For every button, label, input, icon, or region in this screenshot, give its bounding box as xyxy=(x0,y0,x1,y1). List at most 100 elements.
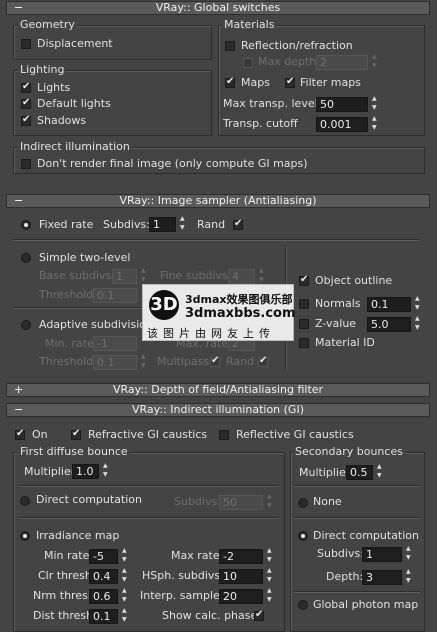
spinner-icon[interactable] xyxy=(372,53,379,70)
nrm-thresh-field[interactable]: 0.6 xyxy=(89,589,118,604)
spinner-icon[interactable] xyxy=(406,545,413,562)
spinner-icon[interactable] xyxy=(141,267,148,284)
spinner-icon[interactable] xyxy=(180,215,187,232)
radio-label: Global photon map xyxy=(313,598,419,611)
first-subdivs-field[interactable]: 50 xyxy=(219,495,263,510)
field-label: Fine subdivs: xyxy=(160,269,232,282)
reflective-caustics-checkbox[interactable] xyxy=(219,430,229,440)
normals-checkbox[interactable] xyxy=(299,299,309,309)
field-label: Subdivs: xyxy=(103,218,150,231)
material-id-checkbox[interactable] xyxy=(299,338,309,348)
checkbox-label: Z-value xyxy=(315,317,357,330)
spinner-icon[interactable] xyxy=(267,493,274,510)
depth-of-field-rollout[interactable]: + VRay:: Depth of field/Antialiasing fil… xyxy=(6,383,430,397)
irr-min-rate-field[interactable]: -5 xyxy=(89,549,118,564)
gi-on-checkbox[interactable] xyxy=(15,428,25,440)
filter-maps-checkbox[interactable] xyxy=(285,76,295,88)
default-lights-checkbox[interactable] xyxy=(21,97,31,109)
second-depth-field[interactable]: 3 xyxy=(362,570,402,585)
spinner-icon[interactable] xyxy=(259,267,266,284)
checkbox-label: Rand xyxy=(197,218,226,231)
base-subdivs-field[interactable]: 1 xyxy=(112,269,137,284)
field-label: Multiplier: xyxy=(24,465,79,478)
rollout-title: VRay:: Indirect illumination (GI) xyxy=(132,403,304,416)
multipass-checkbox[interactable] xyxy=(210,355,220,367)
group-title: First diffuse bounce xyxy=(18,445,130,458)
z-value-checkbox[interactable] xyxy=(299,319,309,329)
spinner-icon[interactable] xyxy=(141,353,148,370)
group-title: Lighting xyxy=(18,63,67,76)
second-multiplier-field[interactable]: 0.5 xyxy=(346,465,373,480)
adaptive-rand-checkbox[interactable] xyxy=(258,355,268,367)
image-sampler-rollout[interactable]: − VRay:: Image sampler (Antialiasing) xyxy=(6,194,430,208)
hsph-subdivs-field[interactable]: 10 xyxy=(219,569,263,584)
spinner-icon[interactable] xyxy=(406,568,413,585)
object-outline-checkbox[interactable] xyxy=(299,274,309,286)
irr-max-rate-field[interactable]: -2 xyxy=(219,549,263,564)
adaptive-subdivision-radio[interactable] xyxy=(21,320,31,330)
fixed-rate-radio[interactable] xyxy=(21,220,31,230)
max-depth-checkbox[interactable] xyxy=(243,58,253,68)
spinner-icon[interactable] xyxy=(372,95,379,112)
spinner-icon[interactable] xyxy=(267,547,274,564)
spinner-icon[interactable] xyxy=(415,295,422,312)
spinner-icon[interactable] xyxy=(122,607,129,624)
lights-checkbox[interactable] xyxy=(21,81,31,93)
rand-checkbox[interactable] xyxy=(233,218,243,230)
displacement-checkbox[interactable] xyxy=(21,39,31,49)
min-rate-field[interactable]: -1 xyxy=(93,336,137,351)
interp-samples-field[interactable]: 20 xyxy=(219,589,263,604)
field-label: Dist thresh: xyxy=(33,609,97,622)
field-label: Max rate: xyxy=(171,549,224,562)
spinner-icon[interactable] xyxy=(372,115,379,132)
checkbox-label: Normals xyxy=(315,297,361,310)
maps-checkbox[interactable] xyxy=(225,76,235,88)
divider xyxy=(13,239,419,241)
z-value-field[interactable]: 5.0 xyxy=(367,317,411,332)
checkbox-label: Object outline xyxy=(315,274,393,287)
field-label: Subdivs: xyxy=(317,547,364,560)
checkbox-label: Default lights xyxy=(37,97,111,110)
adaptive-threshold-field[interactable]: 0.1 xyxy=(93,355,137,370)
dont-render-final-checkbox[interactable] xyxy=(21,159,31,169)
checkbox-label: Lights xyxy=(37,81,71,94)
fixed-subdivs-field[interactable]: 1 xyxy=(149,217,176,232)
spinner-icon[interactable] xyxy=(377,463,384,480)
normals-field[interactable]: 0.1 xyxy=(367,297,411,312)
second-subdivs-field[interactable]: 1 xyxy=(362,547,402,562)
spinner-icon[interactable] xyxy=(103,462,110,479)
fine-subdivs-field[interactable]: 4 xyxy=(228,269,255,284)
simple-two-level-radio[interactable] xyxy=(21,253,31,263)
transp-cutoff-field[interactable]: 0.001 xyxy=(316,117,368,132)
refractive-caustics-checkbox[interactable] xyxy=(71,428,81,440)
first-multiplier-field[interactable]: 1.0 xyxy=(72,464,99,479)
spinner-icon[interactable] xyxy=(267,567,274,584)
divider xyxy=(294,517,420,519)
checkbox-label: Reflective GI caustics xyxy=(236,428,354,441)
spinner-icon[interactable] xyxy=(267,587,274,604)
spinner-icon[interactable] xyxy=(122,567,129,584)
global-photon-map-radio[interactable] xyxy=(298,600,308,610)
spinner-icon[interactable] xyxy=(122,587,129,604)
indirect-illumination-rollout[interactable]: − VRay:: Indirect illumination (GI) xyxy=(6,403,430,417)
watermark-overlay: 3D 3dmax效果图俱乐部 3dmaxbbs.com 该图片由网友上传 xyxy=(142,284,296,341)
max-depth-field[interactable]: 2 xyxy=(316,55,368,70)
radio-label: Direct computation xyxy=(36,493,143,506)
max-transp-levels-field[interactable]: 50 xyxy=(316,97,368,112)
divider xyxy=(19,485,279,487)
irradiance-map-radio[interactable] xyxy=(20,531,30,541)
reflection-refraction-checkbox[interactable] xyxy=(225,41,235,51)
shadows-checkbox[interactable] xyxy=(21,114,31,126)
first-direct-computation-radio[interactable] xyxy=(20,496,30,506)
show-calc-phase-checkbox[interactable] xyxy=(254,609,264,621)
dist-thresh-field[interactable]: 0.1 xyxy=(89,609,118,624)
clr-thresh-field[interactable]: 0.4 xyxy=(89,569,118,584)
group-title: Materials xyxy=(222,18,277,31)
spinner-icon[interactable] xyxy=(122,547,129,564)
none-radio[interactable] xyxy=(298,498,308,508)
watermark-logo-icon: 3D xyxy=(149,290,179,320)
second-direct-computation-radio[interactable] xyxy=(298,531,308,541)
global-switches-rollout[interactable]: − VRay:: Global switches xyxy=(6,1,430,15)
spinner-icon[interactable] xyxy=(415,315,422,332)
threshold-field[interactable]: 0.1 xyxy=(93,288,137,303)
